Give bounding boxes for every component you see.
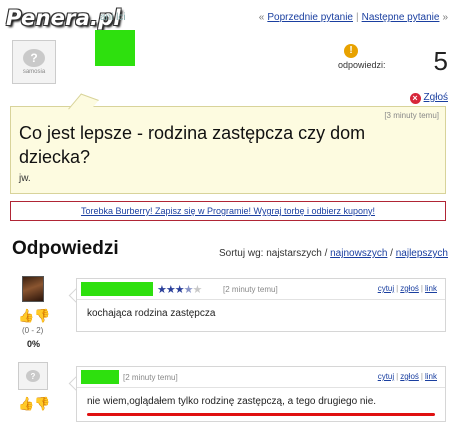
star-icon[interactable]: ★ — [193, 284, 203, 296]
answer-card: ★★★★★ [2 minuty temu] cytuj | zgłoś | link k… — [76, 278, 446, 332]
quote-link[interactable]: cytuj — [378, 284, 394, 293]
exclamation-badge-icon: ! — [344, 44, 358, 58]
report-link[interactable]: Zgłoś — [424, 92, 448, 103]
answers-heading: Odpowiedzi — [12, 238, 119, 259]
answer-card: [2 minuty temu] cytuj | zgłoś | link nie wie… — [76, 366, 446, 422]
sort-options: Sortuj wg: najstarszych / najnowszych / … — [219, 248, 448, 259]
question-body: jw. — [19, 173, 31, 184]
quote-link[interactable]: cytuj — [378, 372, 394, 381]
ad-link[interactable]: Torebka Burberry! Zapisz się w Programie… — [81, 206, 375, 216]
rating-stars[interactable]: ★★★★★ — [157, 283, 203, 296]
vote-range: (0 - 2) — [22, 326, 44, 335]
answer-header: ★★★★★ [2 minuty temu] cytuj | zgłoś | link — [77, 279, 445, 300]
answer-count: ! odpowiedzi: 5 — [338, 44, 448, 76]
red-underline-mark — [87, 413, 435, 416]
answer-count-value: 5 — [433, 46, 448, 76]
answer-time: [2 minuty temu] — [123, 373, 178, 382]
star-icon[interactable]: ★ — [175, 284, 185, 296]
answer-text: kochająca rodzina zastępcza — [87, 308, 216, 319]
question-title: Co jest lepsze - rodzina zastępcza czy d… — [19, 123, 366, 167]
question-box: [3 minuty temu] Co jest lepsze - rodzina… — [10, 106, 446, 194]
thumb-down-icon[interactable]: 👎 — [34, 396, 50, 411]
avatar-caption: samosia — [22, 69, 46, 75]
answer-time: [2 minuty temu] — [223, 285, 278, 294]
star-icon[interactable]: ★ — [157, 284, 167, 296]
report-answer-link[interactable]: zgłoś — [400, 284, 419, 293]
answer-link[interactable]: link — [425, 372, 437, 381]
report-answer-link[interactable]: zgłoś — [400, 372, 419, 381]
question-bubble-icon: ? — [23, 49, 45, 67]
sort-best-link[interactable]: najlepszych — [396, 248, 448, 259]
ad-banner[interactable]: Torebka Burberry! Zapisz się w Programie… — [10, 201, 446, 221]
answerer-avatar[interactable] — [22, 276, 44, 302]
censored-answerer-name — [81, 282, 153, 296]
question-navigation: «Poprzednie pytanie | Następne pytanie» — [259, 12, 448, 23]
answerer-avatar[interactable]: ? — [18, 362, 48, 390]
answer-actions: cytuj | zgłoś | link — [378, 372, 437, 381]
answer-link[interactable]: link — [425, 284, 437, 293]
censored-answerer-name — [81, 370, 119, 384]
answer-actions: cytuj | zgłoś | link — [378, 284, 437, 293]
sort-separator: / — [390, 248, 393, 259]
star-icon[interactable]: ★ — [166, 284, 176, 296]
action-separator: | — [396, 284, 399, 293]
action-separator: | — [420, 372, 423, 381]
question-time: [3 minuty temu] — [384, 111, 439, 120]
prev-question-link[interactable]: Poprzednie pytanie — [267, 12, 353, 23]
thumb-up-icon[interactable]: 👍 — [18, 308, 34, 323]
vote-thumbs[interactable]: 👍👎 — [18, 308, 50, 324]
thumb-up-icon[interactable]: 👍 — [18, 396, 34, 411]
answer-header: [2 minuty temu] cytuj | zgłoś | link — [77, 367, 445, 388]
star-icon[interactable]: ★ — [184, 284, 194, 296]
nav-separator: | — [355, 12, 359, 23]
prev-arrow-icon: « — [258, 12, 265, 23]
censored-username — [95, 30, 135, 66]
action-separator: | — [396, 372, 399, 381]
question-bubble-icon: ? — [26, 370, 40, 382]
asker-avatar[interactable]: ? samosia — [12, 40, 56, 84]
vote-percentage: 0% — [27, 339, 41, 349]
sort-newest-link[interactable]: najnowszych — [330, 248, 387, 259]
close-red-icon: × — [409, 93, 421, 104]
report-question[interactable]: × Zgłoś — [409, 92, 448, 104]
sort-prefix: Sortuj wg: najstarszych / — [218, 248, 328, 259]
faded-top-link[interactable]: ani lci — [100, 12, 126, 23]
next-arrow-icon: » — [442, 12, 448, 23]
thumb-down-icon[interactable]: 👎 — [34, 308, 50, 323]
next-question-link[interactable]: Następne pytanie — [362, 12, 440, 23]
action-separator: | — [420, 284, 423, 293]
vote-thumbs[interactable]: 👍👎 — [18, 396, 50, 412]
answer-text: nie wiem,oglądałem tylko rodzinę zastępc… — [87, 396, 377, 407]
answer-count-label: odpowiedzi: — [338, 60, 386, 70]
